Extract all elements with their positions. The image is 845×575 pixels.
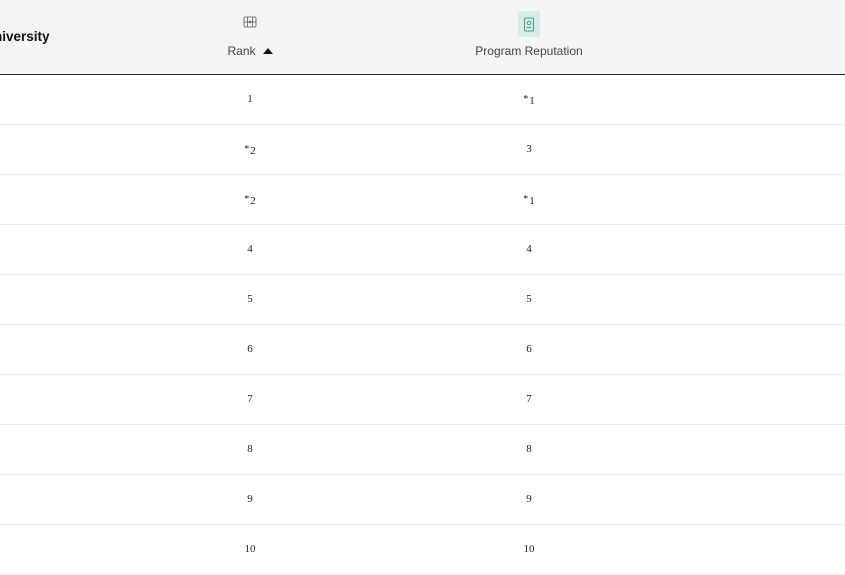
rank-cell: 8 xyxy=(170,425,330,474)
rank-value: 4 xyxy=(247,243,253,255)
table-row: 77 xyxy=(0,375,845,425)
rank-cell: 10 xyxy=(170,525,330,574)
rank-column-header[interactable]: Rank xyxy=(170,0,330,74)
rank-cell: 1 xyxy=(170,75,330,124)
table-row: 99 xyxy=(0,475,845,525)
ranking-icon xyxy=(238,10,262,34)
tie-marker: * xyxy=(244,194,250,205)
rank-value: 2 xyxy=(250,195,256,207)
rank-header-label: Rank xyxy=(227,44,256,58)
rank-value: 10 xyxy=(244,543,256,555)
table-row: 1 *1 xyxy=(0,75,845,125)
rank-value: 6 xyxy=(247,343,253,355)
table-row: 88 xyxy=(0,425,845,475)
rank-value: 7 xyxy=(247,393,253,405)
rank-cell: 9 xyxy=(170,475,330,524)
reputation-value: 6 xyxy=(526,343,532,355)
reputation-value: 1 xyxy=(529,195,535,207)
reputation-header-label: Program Reputation xyxy=(475,44,583,58)
reputation-value: 9 xyxy=(526,493,532,505)
table-row: 66 xyxy=(0,325,845,375)
tie-marker: * xyxy=(244,144,250,155)
program-reputation-column-header[interactable]: Program Reputation xyxy=(449,0,609,74)
reputation-cell: 8 xyxy=(449,425,609,474)
rank-cell: *2 xyxy=(170,125,330,174)
table-row: *2 *1 xyxy=(0,175,845,225)
rank-cell: 5 xyxy=(170,275,330,324)
sort-ascending-icon[interactable] xyxy=(262,48,273,54)
tie-marker: * xyxy=(523,94,529,105)
rank-cell: 7 xyxy=(170,375,330,424)
rank-value: 9 xyxy=(247,493,253,505)
rank-value: 1 xyxy=(247,93,253,105)
reputation-cell: *1 xyxy=(449,175,609,224)
university-column-header[interactable]: niversity xyxy=(0,29,50,44)
rank-value: 5 xyxy=(247,293,253,305)
table-body: 1 *1 *2 3 *2 *1 4 4 5 5 6 6 7 7 8 8 9 9 10 10 xyxy=(0,75,845,575)
reputation-book-icon xyxy=(518,11,540,37)
reputation-cell: 3 xyxy=(449,125,609,174)
reputation-value: 10 xyxy=(523,543,535,555)
reputation-value: 4 xyxy=(526,243,532,255)
rank-value: 8 xyxy=(247,443,253,455)
rank-cell: 4 xyxy=(170,225,330,274)
table-header: niversity Rank xyxy=(0,0,845,75)
reputation-value: 3 xyxy=(526,143,532,155)
reputation-cell: 4 xyxy=(449,225,609,274)
reputation-value: 7 xyxy=(526,393,532,405)
tie-marker: * xyxy=(523,194,529,205)
reputation-cell: 7 xyxy=(449,375,609,424)
rank-cell: 6 xyxy=(170,325,330,374)
reputation-cell: 10 xyxy=(449,525,609,574)
rank-cell: *2 xyxy=(170,175,330,224)
table-row: 55 xyxy=(0,275,845,325)
reputation-value: 8 xyxy=(526,443,532,455)
table-row: 44 xyxy=(0,225,845,275)
reputation-cell: *1 xyxy=(449,75,609,124)
reputation-value: 5 xyxy=(526,293,532,305)
rank-value: 2 xyxy=(250,145,256,157)
rankings-table: niversity Rank xyxy=(0,0,845,575)
table-row: *2 3 xyxy=(0,125,845,175)
reputation-cell: 5 xyxy=(449,275,609,324)
reputation-cell: 6 xyxy=(449,325,609,374)
reputation-value: 1 xyxy=(529,95,535,107)
reputation-cell: 9 xyxy=(449,475,609,524)
